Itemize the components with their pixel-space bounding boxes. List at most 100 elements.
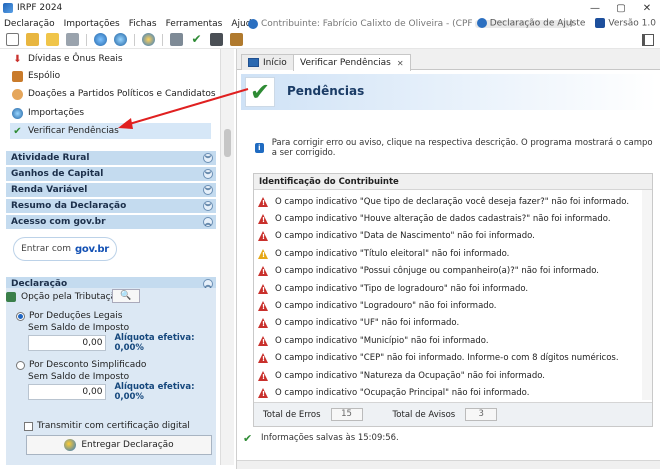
tab-verificar-pendencias[interactable]: Verificar Pendências ✕: [293, 54, 411, 71]
pendency-row[interactable]: O campo indicativo "Natureza da Ocupação…: [258, 367, 545, 384]
import-icon[interactable]: [94, 33, 107, 46]
section-acesso-govbr[interactable]: Acesso com gov.br ︽: [6, 215, 216, 229]
maximize-button[interactable]: ▢: [608, 0, 634, 16]
exit-icon[interactable]: [642, 34, 654, 46]
left-scrollbar[interactable]: [220, 49, 234, 465]
section-ganhos-de-capital[interactable]: Ganhos de Capital ︾: [6, 167, 216, 181]
pendency-text: O campo indicativo "Que tipo de declaraç…: [275, 196, 630, 207]
menu-declaracao[interactable]: Declaração: [0, 19, 59, 29]
app-icon: [3, 3, 13, 13]
pendency-text: O campo indicativo "Data de Nascimento" …: [275, 231, 535, 242]
calculator-icon[interactable]: [210, 33, 223, 46]
search-icon: 🔍: [120, 291, 132, 301]
main-content: Início Verificar Pendências ✕ ✔ Pendênci…: [236, 49, 660, 469]
simplified-amount-row: 0,00 Alíquota efetiva: 0,00%: [28, 382, 214, 402]
nav-verificar-pendencias[interactable]: ✔ Verificar Pendências: [10, 123, 211, 139]
pendency-row[interactable]: O campo indicativo "Logradouro" não foi …: [258, 297, 496, 314]
arrow-down-icon: ⬇: [13, 53, 22, 65]
error-icon: [258, 335, 269, 346]
menu-importacoes[interactable]: Importações: [60, 19, 124, 29]
error-icon: [258, 213, 269, 224]
export-icon[interactable]: [114, 33, 127, 46]
tab-verificar-pendencias-label: Verificar Pendências: [300, 58, 391, 68]
check-icon: ✔: [13, 125, 22, 137]
contributor-icon: [248, 18, 258, 29]
legal-deductions-radio[interactable]: [16, 311, 25, 321]
pendency-row[interactable]: O campo indicativo "Que tipo de declaraç…: [258, 193, 629, 210]
chevron-down-icon[interactable]: ︾: [203, 169, 213, 179]
verify-check-icon[interactable]: ✔: [190, 33, 203, 46]
page-title: Pendências: [287, 84, 365, 98]
transmit-icon: [64, 439, 77, 451]
chevron-down-icon[interactable]: ︾: [203, 185, 213, 195]
home-tab-icon: [248, 58, 259, 67]
open-folder-icon[interactable]: [26, 33, 39, 46]
error-icon: [258, 231, 269, 242]
search-button[interactable]: 🔍: [112, 289, 140, 303]
close-tab-icon[interactable]: ✕: [397, 59, 404, 68]
pendencies-list: Identificação do Contribuinte O campo in…: [253, 173, 653, 427]
simplified-discount-radio[interactable]: [16, 360, 25, 370]
pendency-text: O campo indicativo "Logradouro" não foi …: [275, 300, 497, 311]
pendency-row[interactable]: O campo indicativo "Data de Nascimento" …: [258, 228, 535, 245]
pendency-row[interactable]: O campo indicativo "Município" não foi i…: [258, 332, 489, 349]
tab-bar: Início Verificar Pendências ✕: [237, 49, 660, 71]
pendency-row[interactable]: O campo indicativo "UF" não foi informad…: [258, 315, 459, 332]
toolbar-separator: [86, 33, 87, 46]
menu-fichas[interactable]: Fichas: [125, 19, 161, 29]
menu-ferramentas[interactable]: Ferramentas: [162, 19, 227, 29]
left-scrollbar-thumb[interactable]: [224, 129, 231, 157]
bottom-scrollbar[interactable]: [237, 460, 660, 469]
pendency-text: O campo indicativo "Título eleitoral" nã…: [275, 248, 510, 259]
pendency-row[interactable]: O campo indicativo "Ocupação Principal" …: [258, 384, 529, 401]
saved-check-icon: ✔: [243, 432, 253, 445]
simplified-discount-group: Por Desconto Simplificado Sem Saldo de I…: [16, 359, 214, 402]
section-renda-variavel[interactable]: Renda Variável ︾: [6, 183, 216, 197]
nav-espolio[interactable]: Espólio: [12, 68, 60, 84]
trash-icon[interactable]: [66, 33, 79, 46]
chevron-down-icon[interactable]: ︾: [203, 153, 213, 163]
digital-certificate-option[interactable]: Transmitir com certificação digital: [24, 421, 190, 431]
pendency-row[interactable]: O campo indicativo "Possui cônjuge ou co…: [258, 263, 599, 280]
transmit-icon[interactable]: [142, 33, 155, 46]
nav-importacoes-label: Importações: [28, 108, 85, 118]
section-resumo-declaracao[interactable]: Resumo da Declaração ︾: [6, 199, 216, 213]
book-icon[interactable]: [230, 33, 243, 46]
nav-doacoes[interactable]: Doações a Partidos Políticos e Candidato…: [12, 86, 216, 102]
pendency-text: O campo indicativo "Possui cônjuge ou co…: [275, 266, 600, 277]
total-errors-label: Total de Erros: [263, 409, 321, 420]
nav-espolio-label: Espólio: [28, 71, 61, 81]
close-button[interactable]: ✕: [634, 0, 660, 16]
pendencies-scrollbar[interactable]: [642, 190, 652, 400]
pendency-text: O campo indicativo "Natureza da Ocupação…: [275, 370, 546, 381]
chevron-down-icon[interactable]: ︾: [203, 201, 213, 211]
pendency-row[interactable]: O campo indicativo "CEP" não foi informa…: [258, 350, 619, 367]
nav-dividas[interactable]: ⬇ Dívidas e Ônus Reais: [12, 51, 122, 67]
tab-inicio[interactable]: Início: [241, 54, 294, 70]
pendency-row[interactable]: O campo indicativo "Tipo de logradouro" …: [258, 280, 528, 297]
digital-certificate-checkbox[interactable]: [24, 421, 33, 431]
declaration-type[interactable]: Declaração de Ajuste: [476, 18, 585, 29]
legal-deductions-group: Por Deduções Legais Sem Saldo de Imposto…: [16, 310, 214, 353]
govbr-logo: gov.br: [75, 243, 109, 255]
simplified-discount-label: Por Desconto Simplificado: [29, 360, 147, 370]
folder-icon[interactable]: [46, 33, 59, 46]
simplified-discount-option[interactable]: Por Desconto Simplificado: [16, 359, 214, 371]
section-atividade-rural[interactable]: Atividade Rural ︾: [6, 151, 216, 165]
legal-deductions-option[interactable]: Por Deduções Legais: [16, 310, 214, 322]
toolbar-separator: [134, 33, 135, 46]
pendency-row[interactable]: O campo indicativo "Houve alteração de d…: [258, 210, 611, 227]
submit-declaration-button[interactable]: Entregar Declaração: [26, 435, 212, 455]
chevron-up-icon[interactable]: ︽: [203, 217, 213, 227]
govbr-login-label: Entrar com: [21, 244, 72, 254]
new-file-icon[interactable]: [6, 33, 19, 46]
pendency-row[interactable]: O campo indicativo "Título eleitoral" nã…: [258, 245, 509, 262]
govbr-login-button[interactable]: Entrar com gov.br: [13, 237, 117, 261]
minimize-button[interactable]: —: [582, 0, 608, 16]
info-icon: i: [255, 143, 264, 153]
version-info[interactable]: Versão 1.0: [595, 18, 656, 29]
error-icon: [258, 370, 269, 381]
print-icon[interactable]: [170, 33, 183, 46]
nav-importacoes[interactable]: Importações: [12, 105, 84, 121]
version-label: Versão 1.0: [608, 18, 656, 29]
